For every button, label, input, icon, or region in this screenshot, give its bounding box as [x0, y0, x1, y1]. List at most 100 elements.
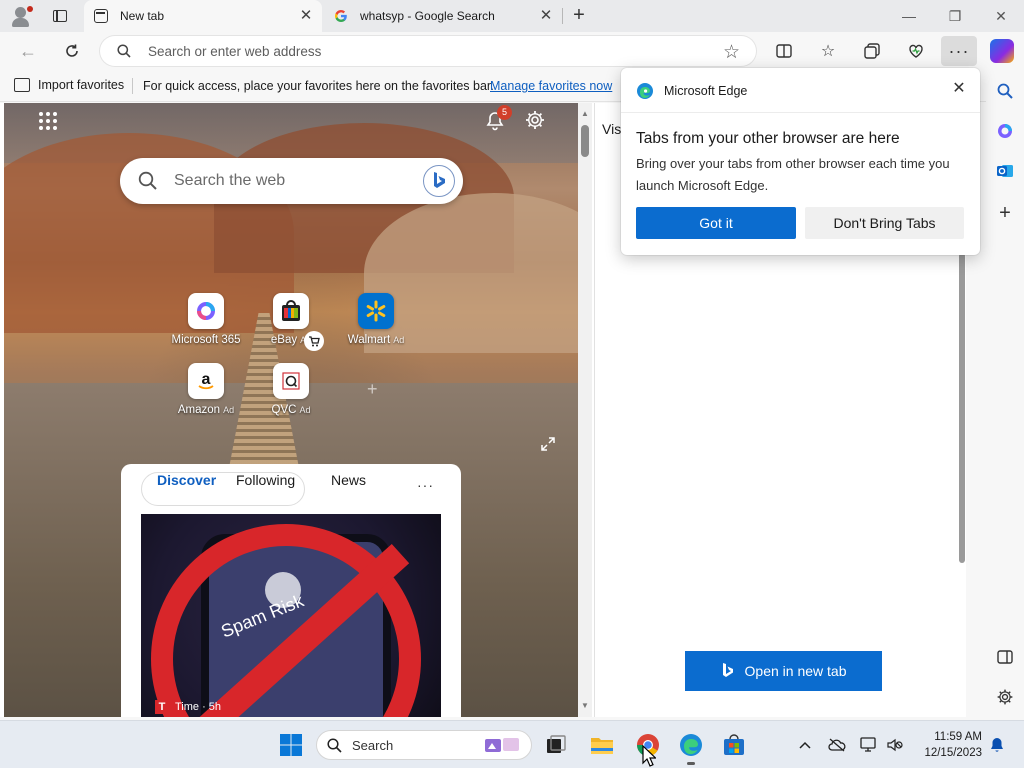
source-logo: T: [155, 700, 169, 714]
browser-essentials-icon[interactable]: [902, 38, 930, 64]
feed-tab-discover[interactable]: Discover: [157, 472, 216, 488]
close-tab-icon[interactable]: ✕: [538, 8, 554, 24]
sidebar-add-icon[interactable]: +: [994, 202, 1016, 224]
import-favorites-label: Import favorites: [38, 78, 125, 92]
page-scrollbar[interactable]: ▲ ▼: [578, 103, 592, 717]
ad-label: Ad: [223, 405, 235, 415]
feed-more-options-icon[interactable]: ···: [417, 477, 434, 493]
title-bar: New tab ✕ whatsyp - Google Search ✕ + — …: [0, 0, 1024, 32]
hide-sidebar-icon[interactable]: [994, 646, 1016, 668]
edge-taskbar-icon[interactable]: [679, 733, 703, 757]
popup-app-name: Microsoft Edge: [664, 84, 748, 98]
tab-new-tab[interactable]: New tab ✕: [84, 0, 322, 32]
amazon-icon: a: [188, 363, 224, 399]
split-screen-icon[interactable]: [770, 38, 798, 64]
web-search-box[interactable]: [120, 158, 463, 204]
news-feed: Discover Following News ··· Spam Risk T …: [121, 464, 461, 717]
minimize-icon[interactable]: —: [886, 0, 932, 32]
feed-tab-news[interactable]: News: [331, 472, 366, 488]
settings-and-more-icon[interactable]: ···: [941, 36, 977, 66]
popup-body: Bring over your tabs from other browser …: [636, 156, 950, 193]
file-explorer-icon[interactable]: [590, 733, 614, 757]
favorites-icon[interactable]: ☆: [814, 38, 842, 64]
google-icon: [334, 9, 347, 23]
collections-icon[interactable]: [858, 38, 886, 64]
running-indicator: [687, 762, 695, 765]
address-bar[interactable]: ☆: [100, 36, 756, 66]
scroll-down-arrow-icon[interactable]: ▼: [579, 701, 591, 710]
sidebar-copilot-icon[interactable]: [994, 120, 1016, 142]
side-pane-heading: Vis: [602, 121, 622, 137]
card-source: T Time · 5h: [155, 700, 221, 714]
quick-link-microsoft-365[interactable]: Microsoft 365: [163, 293, 249, 346]
volume-muted-icon[interactable]: [886, 736, 904, 754]
window-controls: — ❐ ✕: [886, 0, 1024, 32]
quick-link-walmart[interactable]: Walmart Ad: [333, 293, 419, 346]
source-text: Time · 5h: [175, 701, 222, 713]
task-view-icon[interactable]: [544, 733, 568, 757]
tab-actions-icon[interactable]: [46, 4, 74, 28]
search-highlight-icon: [485, 738, 519, 752]
expand-icon[interactable]: [540, 436, 556, 452]
dont-bring-tabs-button[interactable]: Don't Bring Tabs: [805, 207, 964, 239]
refresh-icon[interactable]: [58, 38, 86, 64]
bing-chat-icon[interactable]: [423, 165, 455, 197]
close-window-icon[interactable]: ✕: [978, 0, 1024, 32]
microsoft-365-icon: [188, 293, 224, 329]
app-launcher-icon[interactable]: [39, 112, 57, 130]
address-input[interactable]: [148, 42, 708, 60]
scrollbar-thumb[interactable]: [581, 125, 589, 157]
tab-google-search[interactable]: whatsyp - Google Search ✕: [324, 0, 562, 32]
search-icon: [138, 171, 157, 190]
show-hidden-icons-chevron-icon[interactable]: [796, 736, 814, 754]
popup-close-icon[interactable]: ✕: [950, 80, 968, 98]
page-settings-gear-icon[interactable]: [524, 109, 546, 131]
add-favorite-star-icon[interactable]: ☆: [723, 41, 740, 64]
scroll-up-arrow-icon[interactable]: ▲: [579, 109, 591, 118]
sidebar-outlook-icon[interactable]: [994, 160, 1016, 182]
microsoft-store-icon[interactable]: [722, 733, 746, 757]
clock-time: 11:59 AM: [934, 731, 982, 743]
ad-label: Ad: [299, 405, 311, 415]
quick-link-amazon[interactable]: a Amazon Ad: [163, 363, 249, 416]
quick-link-qvc[interactable]: QVC Ad: [248, 363, 334, 416]
open-in-new-tab-button[interactable]: Open in new tab: [685, 651, 882, 691]
edge-sidebar: +: [986, 70, 1024, 717]
got-it-button[interactable]: Got it: [636, 207, 796, 239]
news-card[interactable]: Spam Risk T Time · 5h: [141, 514, 441, 717]
edge-logo-icon: [637, 83, 653, 99]
browser-toolbar: ← ☆ ☆ ···: [0, 32, 1024, 70]
system-clock[interactable]: 11:59 AM 12/15/2023: [912, 729, 982, 761]
notification-badge: 5: [497, 105, 512, 120]
svg-text:a: a: [202, 371, 211, 388]
windows-start-icon[interactable]: [279, 733, 303, 757]
favbar-separator: [132, 78, 133, 94]
open-in-new-tab-label: Open in new tab: [744, 663, 847, 679]
import-icon: [14, 78, 30, 92]
sidebar-search-icon[interactable]: [994, 80, 1016, 102]
quick-link-label: eBay: [270, 334, 298, 346]
feed-tab-following[interactable]: Following: [236, 472, 295, 488]
web-search-input[interactable]: [174, 171, 414, 191]
search-icon: [117, 44, 131, 58]
profile-avatar-icon[interactable]: [8, 4, 34, 28]
copilot-icon[interactable]: [990, 39, 1014, 63]
tab-title: whatsyp - Google Search: [360, 9, 495, 23]
manage-favorites-link[interactable]: Manage favorites now: [490, 79, 612, 93]
sidebar-settings-gear-icon[interactable]: [994, 686, 1016, 708]
notification-center-bell-icon[interactable]: [988, 736, 1006, 754]
add-quick-link-icon[interactable]: +: [367, 379, 378, 400]
import-tabs-popup: Microsoft Edge ✕ Tabs from your other br…: [621, 68, 980, 255]
new-tab-button[interactable]: +: [568, 5, 590, 27]
back-arrow-icon[interactable]: ←: [14, 38, 42, 64]
shopping-cart-icon[interactable]: [304, 331, 324, 351]
network-icon[interactable]: [860, 736, 878, 754]
import-favorites-button[interactable]: Import favorites: [14, 78, 124, 92]
restore-icon[interactable]: ❐: [932, 0, 978, 32]
close-tab-icon[interactable]: ✕: [298, 8, 314, 24]
bing-icon: [722, 663, 733, 677]
onedrive-icon[interactable]: [828, 736, 846, 754]
walmart-spark-icon: [358, 293, 394, 329]
taskbar-search-box[interactable]: Search: [316, 730, 532, 760]
clock-date: 12/15/2023: [924, 747, 982, 759]
